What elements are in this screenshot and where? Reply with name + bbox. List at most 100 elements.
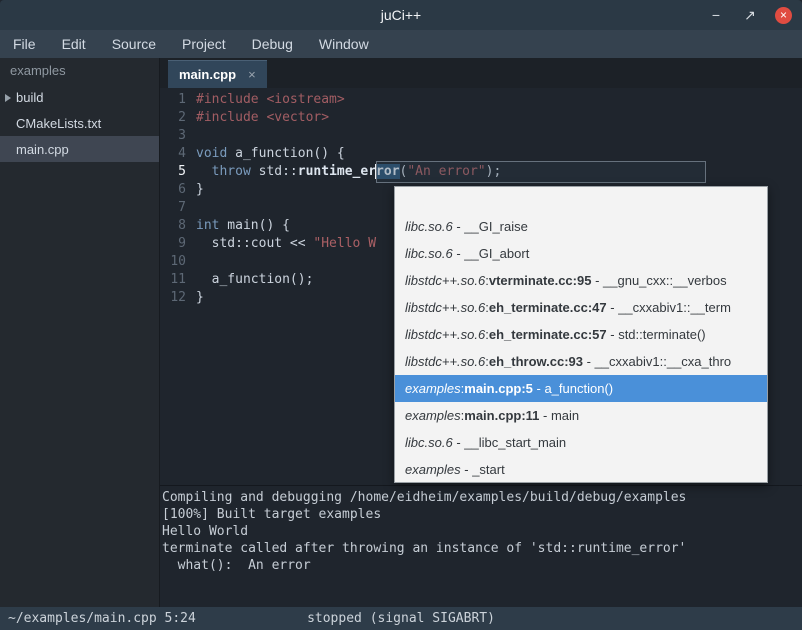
gutter: 123456789101112 (160, 88, 190, 485)
menu-item[interactable]: Debug (239, 30, 306, 58)
stack-frame-row[interactable]: examples:main.cpp:5 - a_function() (395, 375, 767, 402)
stack-frame-row[interactable]: examples - _start (395, 456, 767, 483)
code-line[interactable] (196, 127, 501, 145)
frame-separator: - (591, 273, 603, 288)
frame-symbol: __libc_start_main (464, 435, 566, 450)
menu-item[interactable]: Project (169, 30, 239, 58)
menu-item[interactable]: Source (99, 30, 169, 58)
line-number: 7 (160, 199, 190, 217)
frame-symbol: __cxxabiv1::__term (618, 300, 731, 315)
code-token: throw (212, 164, 251, 179)
frame-separator: - (533, 381, 545, 396)
maximize-button[interactable]: ↗ (741, 6, 759, 24)
terminal-line: terminate called after throwing an insta… (162, 540, 802, 557)
cursor-location: ~/examples/main.cpp 5:24 (8, 611, 196, 626)
line-number: 10 (160, 253, 190, 271)
frame-location: main.cpp:5 (464, 381, 533, 396)
tab-label: main.cpp (179, 67, 236, 82)
line-number: 5 (160, 163, 190, 181)
menu-item[interactable]: File (0, 30, 49, 58)
stack-frame-row[interactable]: libstdc++.so.6:vterminate.cc:95 - __gnu_… (395, 267, 767, 294)
frame-symbol: main (551, 408, 579, 423)
frame-module: libc.so.6 (405, 435, 453, 450)
file-name: build (16, 90, 43, 105)
frame-module: libstdc++.so.6 (405, 273, 485, 288)
juci-window: juCi++ − ↗ × File Edit Source Project De… (0, 0, 802, 630)
line-number: 8 (160, 217, 190, 235)
line-number: 12 (160, 289, 190, 307)
tab-main-cpp[interactable]: main.cpp × (168, 60, 267, 88)
window-title: juCi++ (381, 7, 421, 23)
stack-frame-row[interactable]: examples:main.cpp:11 - main (395, 402, 767, 429)
frame-symbol: std::terminate() (618, 327, 705, 342)
code-token: } (196, 182, 204, 197)
menu-item[interactable]: Window (306, 30, 382, 58)
frame-module: libc.so.6 (405, 219, 453, 234)
popup-filter-row[interactable] (395, 187, 767, 213)
stack-frame-row[interactable]: libc.so.6 - __GI_raise (395, 213, 767, 240)
window-controls: − ↗ × (707, 0, 792, 30)
code-token: int (196, 218, 219, 233)
frame-symbol: __gnu_cxx::__verbos (603, 273, 727, 288)
code-token: std::cout << (196, 236, 313, 251)
frame-module: examples (405, 462, 461, 477)
tab-bar: main.cpp × (160, 58, 802, 88)
file-tree: build CMakeLists.txt main.cpp (0, 84, 159, 162)
frame-module: examples (405, 381, 461, 396)
code-token: void (196, 146, 227, 161)
stack-frame-row[interactable]: libc.so.6 - __GI_abort (395, 240, 767, 267)
code-token: a_function(); (196, 272, 313, 287)
menubar: File Edit Source Project Debug Window (0, 30, 802, 58)
line-number: 11 (160, 271, 190, 289)
terminal-output[interactable]: Compiling and debugging /home/eidheim/ex… (160, 485, 802, 607)
frame-location: eh_terminate.cc:57 (489, 327, 607, 342)
close-button[interactable]: × (775, 7, 792, 24)
frame-location: vterminate.cc:95 (489, 273, 592, 288)
code-token (196, 164, 212, 179)
file-tree-item[interactable]: CMakeLists.txt (0, 110, 159, 136)
close-icon: × (780, 8, 787, 22)
code-line[interactable]: #include <iostream> (196, 91, 501, 109)
file-tree-item[interactable]: main.cpp (0, 136, 159, 162)
frame-symbol: __GI_abort (464, 246, 529, 261)
terminal-line: [100%] Built target examples (162, 506, 802, 523)
titlebar[interactable]: juCi++ − ↗ × (0, 0, 802, 30)
frame-module: libc.so.6 (405, 246, 453, 261)
frame-module: examples (405, 408, 461, 423)
stack-frame-row[interactable]: libstdc++.so.6:eh_throw.cc:93 - __cxxabi… (395, 348, 767, 375)
line-number: 2 (160, 109, 190, 127)
frame-separator: - (607, 327, 619, 342)
code-token: } (196, 290, 204, 305)
code-token: main() { (219, 218, 289, 233)
line-number: 3 (160, 127, 190, 145)
frame-module: libstdc++.so.6 (405, 327, 485, 342)
code-line[interactable]: #include <vector> (196, 109, 501, 127)
frame-location: eh_throw.cc:93 (489, 354, 583, 369)
stack-frame-row[interactable]: libc.so.6 - __libc_start_main (395, 429, 767, 456)
line-number: 1 (160, 91, 190, 109)
line-number: 9 (160, 235, 190, 253)
tab-close-icon[interactable]: × (248, 67, 256, 82)
frame-location: eh_terminate.cc:47 (489, 300, 607, 315)
debug-status: stopped (signal SIGABRT) (307, 611, 495, 626)
frame-location: main.cpp:11 (464, 408, 539, 423)
frame-separator: - (453, 219, 465, 234)
frame-separator: - (453, 246, 465, 261)
code-token: runtime_er (298, 164, 376, 179)
terminal-line: Hello World (162, 523, 802, 540)
frame-separator: - (453, 435, 465, 450)
menu-item[interactable]: Edit (49, 30, 99, 58)
terminal-line: what(): An error (162, 557, 802, 574)
file-tree-item[interactable]: build (0, 84, 159, 110)
stack-frame-row[interactable]: libstdc++.so.6:eh_terminate.cc:57 - std:… (395, 321, 767, 348)
frame-symbol: __cxxabiv1::__cxa_thro (595, 354, 732, 369)
frame-symbol: __GI_raise (464, 219, 528, 234)
stack-list: libc.so.6 - __GI_raiselibc.so.6 - __GI_a… (395, 213, 767, 483)
frame-symbol: a_function() (544, 381, 613, 396)
frame-separator: - (539, 408, 551, 423)
terminal-line: Compiling and debugging /home/eidheim/ex… (162, 489, 802, 506)
backtrace-popup: libc.so.6 - __GI_raiselibc.so.6 - __GI_a… (394, 186, 768, 483)
code-token: #include <iostream> (196, 92, 345, 107)
minimize-button[interactable]: − (707, 6, 725, 24)
stack-frame-row[interactable]: libstdc++.so.6:eh_terminate.cc:47 - __cx… (395, 294, 767, 321)
